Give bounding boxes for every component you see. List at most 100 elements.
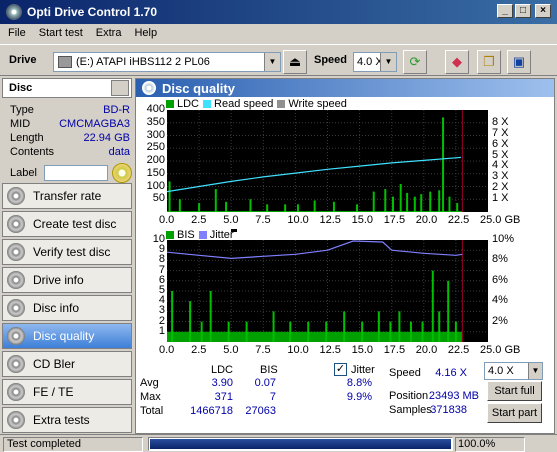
x-tick-label: 25.0 GB bbox=[480, 214, 521, 226]
disc-icon bbox=[7, 383, 25, 401]
ldc-chart-svg bbox=[166, 110, 488, 212]
x-tick-label: 22.5 bbox=[447, 214, 470, 226]
y-tick-label: 350 bbox=[146, 115, 165, 128]
legend-ldc: LDC bbox=[177, 98, 200, 110]
test-speed-select[interactable]: 4.0 X ▼ bbox=[484, 362, 543, 380]
speed-select[interactable]: 4.0 X ▼ bbox=[353, 52, 397, 72]
speed-label: Speed bbox=[314, 54, 348, 66]
nav-disc-info[interactable]: Disc info bbox=[2, 295, 132, 321]
mid-value: CMCMAGBA3 bbox=[59, 118, 130, 130]
y-tick-label: 400 bbox=[146, 103, 165, 115]
status-text: Test completed bbox=[3, 437, 143, 452]
x-tick-label: 25.0 GB bbox=[480, 344, 521, 356]
menu-help[interactable]: Help bbox=[129, 27, 162, 39]
start-full-button[interactable]: Start full bbox=[487, 381, 542, 401]
ldc-bar bbox=[372, 191, 375, 212]
menu-start-test[interactable]: Start test bbox=[34, 27, 88, 39]
y-tick-label: 100 bbox=[146, 179, 165, 192]
disc-header: Disc bbox=[2, 78, 132, 98]
ldc-bar bbox=[420, 194, 423, 212]
x-tick-label: 7.5 bbox=[255, 344, 271, 356]
eject-icon: ⏏ bbox=[288, 54, 302, 69]
disc-quality-icon bbox=[142, 81, 156, 95]
nav-list: Transfer rate Create test disc Verify te… bbox=[2, 183, 132, 435]
bis-bar bbox=[289, 321, 292, 342]
app-icon bbox=[6, 4, 22, 20]
jitter-line bbox=[166, 240, 463, 260]
jitter-label: Jitter bbox=[351, 364, 375, 376]
position-label: Position bbox=[389, 390, 429, 402]
close-button[interactable]: × bbox=[535, 4, 551, 18]
ldc-bar bbox=[456, 203, 459, 212]
copy-button[interactable]: ❐ bbox=[477, 50, 501, 74]
bis-bar bbox=[421, 321, 424, 342]
drive-value: (E:) ATAPI iHBS112 2 PL06 bbox=[76, 56, 210, 68]
nav-create-test-disc[interactable]: Create test disc bbox=[2, 211, 132, 237]
chevron-down-icon[interactable]: ▼ bbox=[264, 53, 280, 71]
maximize-button[interactable]: □ bbox=[515, 4, 531, 18]
nav-cd-bler[interactable]: CD Bler bbox=[2, 351, 132, 377]
y-tick-label: 300 bbox=[146, 128, 165, 141]
erase-button[interactable]: ◆ bbox=[445, 50, 469, 74]
bis-bar bbox=[189, 301, 192, 342]
nav-fe-te[interactable]: FE / TE bbox=[2, 379, 132, 405]
stats-col-bis: BIS bbox=[260, 364, 278, 376]
drive-label: Drive bbox=[9, 54, 37, 66]
bis-bar bbox=[409, 321, 412, 342]
stats-total-label: Total bbox=[140, 405, 164, 417]
ldc-bar bbox=[168, 181, 171, 212]
y-tick-label: 50 bbox=[152, 192, 165, 205]
legend-write-speed: Write speed bbox=[288, 98, 347, 110]
start-part-button[interactable]: Start part bbox=[487, 403, 542, 423]
nav-disc-quality[interactable]: Disc quality bbox=[2, 323, 132, 349]
bis-chart-svg bbox=[166, 240, 488, 342]
nav-extra-tests[interactable]: Extra tests bbox=[2, 407, 132, 433]
status-bar: Test completed 100.0% bbox=[0, 434, 557, 452]
length-value: 22.94 GB bbox=[83, 132, 130, 144]
length-label: Length bbox=[10, 132, 44, 144]
disc-length-row: Length 22.94 GB bbox=[2, 131, 132, 145]
label-input[interactable] bbox=[43, 165, 109, 181]
ldc-bar bbox=[391, 196, 394, 212]
bis-bar bbox=[325, 321, 328, 342]
disc-icon bbox=[7, 271, 25, 289]
copy-icon: ❐ bbox=[483, 54, 495, 69]
disc-quality-panel: Disc quality LDC Read speed Write speed … bbox=[135, 78, 555, 434]
legend-swatch bbox=[198, 231, 207, 239]
save-button[interactable]: ▣ bbox=[507, 50, 531, 74]
nav-label: CD Bler bbox=[33, 357, 76, 371]
nav-label: Transfer rate bbox=[33, 189, 102, 203]
ldc-bar bbox=[442, 117, 445, 212]
eject-button[interactable]: ⏏ bbox=[283, 50, 307, 74]
ldc-bar bbox=[448, 196, 451, 212]
bis-bar bbox=[389, 321, 392, 342]
type-label: Type bbox=[10, 104, 34, 116]
label-label: Label bbox=[10, 167, 37, 179]
progress-bar bbox=[148, 437, 453, 451]
refresh-button[interactable]: ⟳ bbox=[403, 50, 427, 74]
chevron-down-icon[interactable]: ▼ bbox=[380, 53, 396, 71]
menu-file[interactable]: File bbox=[3, 27, 31, 39]
panel-header: Disc quality bbox=[136, 79, 554, 97]
nav-verify-test-disc[interactable]: Verify test disc bbox=[2, 239, 132, 265]
y2-tick-label: 6% bbox=[492, 273, 508, 286]
nav-label: FE / TE bbox=[33, 385, 74, 399]
nav-drive-info[interactable]: Drive info bbox=[2, 267, 132, 293]
disc-label-icon[interactable] bbox=[112, 163, 132, 183]
jitter-checkbox[interactable]: ✓ bbox=[334, 363, 347, 376]
nav-label: Extra tests bbox=[33, 413, 90, 427]
minimize-button[interactable]: _ bbox=[497, 4, 513, 18]
x-tick-label: 17.5 bbox=[383, 344, 406, 356]
drive-select[interactable]: (E:) ATAPI iHBS112 2 PL06 ▼ bbox=[53, 52, 281, 72]
nav-transfer-rate[interactable]: Transfer rate bbox=[2, 183, 132, 209]
chevron-down-icon[interactable]: ▼ bbox=[528, 363, 542, 379]
position-value: 23493 MB bbox=[428, 390, 479, 402]
menu-extra[interactable]: Extra bbox=[91, 27, 127, 39]
ldc-bar bbox=[296, 204, 299, 212]
legend-read-speed: Read speed bbox=[214, 98, 274, 110]
contents-label: Contents bbox=[10, 146, 55, 158]
bis-bar bbox=[438, 311, 441, 342]
disc-refresh-button[interactable] bbox=[111, 80, 129, 96]
bis-chart bbox=[166, 240, 488, 342]
x-tick-label: 20.0 bbox=[415, 214, 438, 226]
